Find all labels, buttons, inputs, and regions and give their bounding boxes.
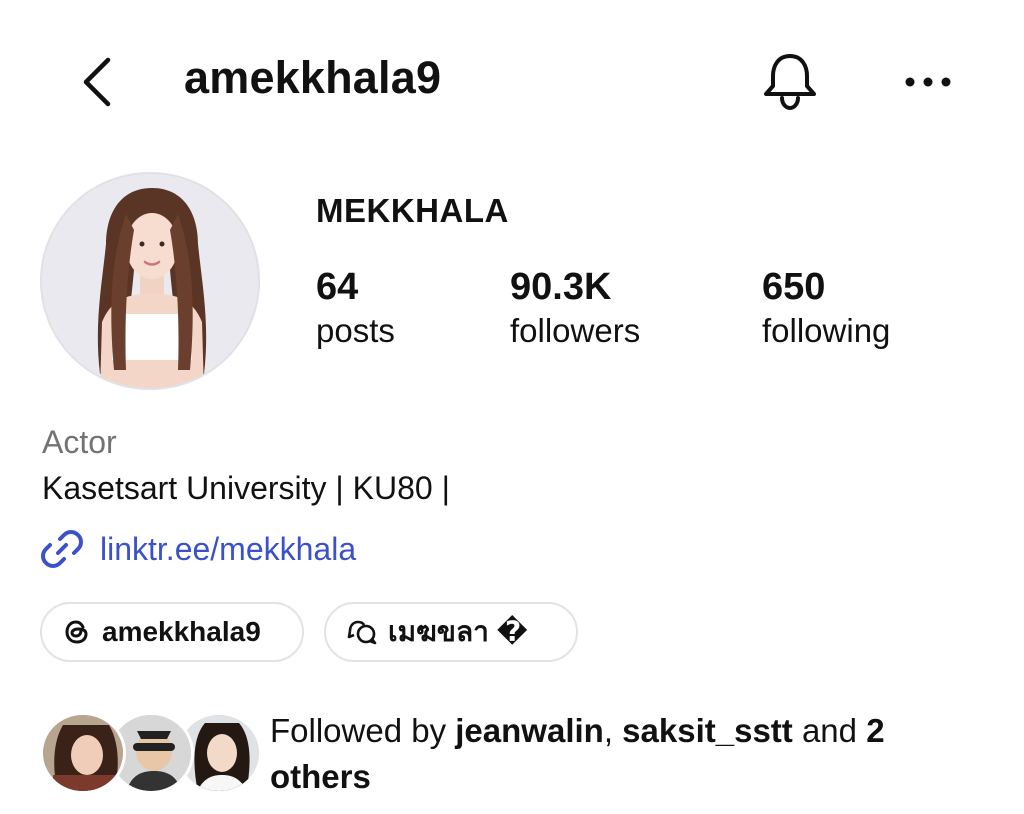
profile-category: Actor bbox=[42, 424, 117, 460]
profile-username: amekkhala9 bbox=[184, 52, 442, 103]
back-button[interactable] bbox=[78, 54, 118, 110]
chat-bubbles-icon bbox=[347, 620, 377, 645]
threads-chip[interactable]: amekkhala9 bbox=[40, 602, 304, 662]
profile-link[interactable]: linktr.ee/mekkhala bbox=[40, 526, 356, 572]
posts-count: 64 bbox=[316, 266, 359, 308]
link-icon bbox=[41, 530, 83, 568]
following-count: 650 bbox=[762, 266, 826, 308]
posts-stat[interactable]: 64 posts bbox=[316, 264, 395, 352]
profile-avatar[interactable] bbox=[40, 172, 260, 390]
channel-chip[interactable]: เมฆขลา � bbox=[324, 602, 578, 662]
channel-chip-label: เมฆขลา � bbox=[388, 616, 528, 647]
followed-by-prefix: Followed by bbox=[270, 712, 456, 749]
display-name: MEKKHALA bbox=[316, 192, 509, 229]
followers-stat[interactable]: 90.3K followers bbox=[510, 264, 640, 352]
more-horizontal-icon bbox=[905, 77, 951, 87]
top-bar: amekkhala9 bbox=[0, 0, 1024, 160]
following-stat[interactable]: 650 following bbox=[762, 264, 890, 352]
followed-by-and: and bbox=[792, 712, 867, 749]
profile-link-text: linktr.ee/mekkhala bbox=[100, 530, 357, 567]
avatar-photo bbox=[42, 174, 258, 388]
bell-icon bbox=[764, 54, 816, 111]
followed-by-separator: , bbox=[603, 712, 623, 749]
mutual-photo-1 bbox=[43, 715, 123, 791]
mutual-avatar-1 bbox=[40, 712, 126, 794]
threads-icon bbox=[65, 620, 88, 644]
followed-by-section[interactable]: Followed by jeanwalin, saksit_sstt and 2… bbox=[40, 708, 980, 808]
followed-by-text: Followed by jeanwalin, saksit_sstt and 2… bbox=[270, 708, 970, 800]
notifications-button[interactable] bbox=[760, 50, 820, 112]
followers-label: followers bbox=[510, 312, 641, 349]
profile-bio: Kasetsart University | KU80 | bbox=[42, 470, 450, 506]
mutual-user-1[interactable]: jeanwalin bbox=[455, 712, 604, 749]
chevron-left-icon bbox=[83, 57, 111, 107]
posts-label: posts bbox=[316, 312, 395, 349]
following-label: following bbox=[762, 312, 891, 349]
mutual-user-2[interactable]: saksit_sstt bbox=[622, 712, 793, 749]
threads-chip-label: amekkhala9 bbox=[102, 616, 261, 647]
more-options-button[interactable] bbox=[900, 62, 956, 102]
followers-count: 90.3K bbox=[510, 266, 612, 308]
